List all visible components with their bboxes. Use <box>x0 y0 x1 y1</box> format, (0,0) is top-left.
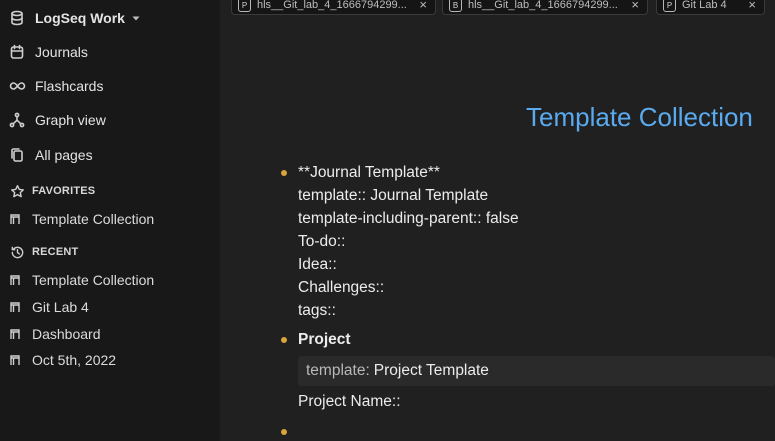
recent-item[interactable]: Git Lab 4 <box>0 295 220 319</box>
journal-template-block: **Journal Template** template:: Journal … <box>280 160 775 320</box>
recent-item[interactable]: Template Collection <box>0 268 220 292</box>
left-sidebar: LogSeq Work Journals Flashcards Graph vi… <box>0 0 220 441</box>
history-icon <box>8 243 26 261</box>
page-title[interactable]: Template Collection <box>526 102 753 133</box>
recent-item-label: Oct 5th, 2022 <box>32 352 117 368</box>
close-icon[interactable]: × <box>631 0 639 12</box>
project-block: Project template: Project Template Proje… <box>280 326 775 416</box>
block-line[interactable]: template-including-parent:: false <box>298 210 519 228</box>
template-property[interactable]: template: Project Template <box>298 356 775 386</box>
empty-block <box>280 422 775 441</box>
block-line[interactable]: tags:: <box>298 302 336 320</box>
nav-graph-view[interactable]: Graph view <box>0 105 220 135</box>
favorite-item[interactable]: Template Collection <box>0 207 220 231</box>
recent-item-label: Template Collection <box>32 272 155 288</box>
block-line[interactable]: template:: Journal Template <box>298 187 488 205</box>
tab-bar: P hls__Git_lab_4_1666794299... × B hls__… <box>220 0 775 16</box>
tab-label: Git Lab 4 <box>682 0 727 11</box>
block-badge-icon: B <box>449 0 462 12</box>
graph-icon <box>8 111 26 129</box>
recent-item[interactable]: Dashboard <box>0 322 220 346</box>
page-icon <box>8 300 22 314</box>
page-badge-icon: P <box>238 0 251 12</box>
block-bullet[interactable] <box>281 337 287 343</box>
block-line[interactable]: Project Name:: <box>298 393 401 411</box>
calendar-icon <box>8 43 26 61</box>
graph-name: LogSeq Work <box>35 10 125 26</box>
block-bullet[interactable] <box>281 170 287 176</box>
block-title[interactable]: Project <box>298 331 351 349</box>
nav-label: Journals <box>35 44 88 60</box>
recent-label: RECENT <box>32 246 79 258</box>
nav-label: All pages <box>35 147 93 163</box>
property-value: Project Template <box>373 362 489 379</box>
favorites-label: FAVORITES <box>32 185 96 197</box>
favorites-header[interactable]: FAVORITES <box>0 180 220 202</box>
tab-item[interactable]: P Git Lab 4 × <box>656 0 765 15</box>
nav-all-pages[interactable]: All pages <box>0 140 220 170</box>
tab-item[interactable]: B hls__Git_lab_4_1666794299... × <box>442 0 648 15</box>
graph-selector[interactable]: LogSeq Work <box>0 3 220 33</box>
block-line[interactable]: Challenges:: <box>298 279 384 297</box>
page-icon <box>8 327 22 341</box>
block-line[interactable]: **Journal Template** <box>298 164 440 182</box>
block-line[interactable]: Idea:: <box>298 256 337 274</box>
tab-label: hls__Git_lab_4_1666794299... <box>468 0 618 11</box>
block-bullet[interactable] <box>281 429 287 435</box>
chevron-down-icon <box>131 10 141 26</box>
property-key: template: <box>306 362 370 379</box>
block-line[interactable]: To-do:: <box>298 233 345 251</box>
favorite-item-label: Template Collection <box>32 211 155 227</box>
pages-icon <box>8 146 26 164</box>
recent-item-label: Git Lab 4 <box>32 299 89 315</box>
nav-label: Flashcards <box>35 78 104 94</box>
page-icon <box>8 353 22 367</box>
recent-item[interactable]: Oct 5th, 2022 <box>0 348 220 372</box>
page-icon <box>8 212 22 226</box>
close-icon[interactable]: × <box>748 0 756 12</box>
page-icon <box>8 273 22 287</box>
tab-label: hls__Git_lab_4_1666794299... <box>257 0 407 11</box>
recent-header[interactable]: RECENT <box>0 241 220 263</box>
nav-journals[interactable]: Journals <box>0 37 220 67</box>
close-icon[interactable]: × <box>419 0 427 12</box>
recent-item-label: Dashboard <box>32 326 101 342</box>
infinity-icon <box>8 77 26 95</box>
database-icon <box>8 9 26 27</box>
nav-flashcards[interactable]: Flashcards <box>0 71 220 101</box>
star-icon <box>8 182 26 200</box>
nav-label: Graph view <box>35 112 106 128</box>
page-badge-icon: P <box>663 0 676 12</box>
tab-item[interactable]: P hls__Git_lab_4_1666794299... × <box>231 0 436 15</box>
